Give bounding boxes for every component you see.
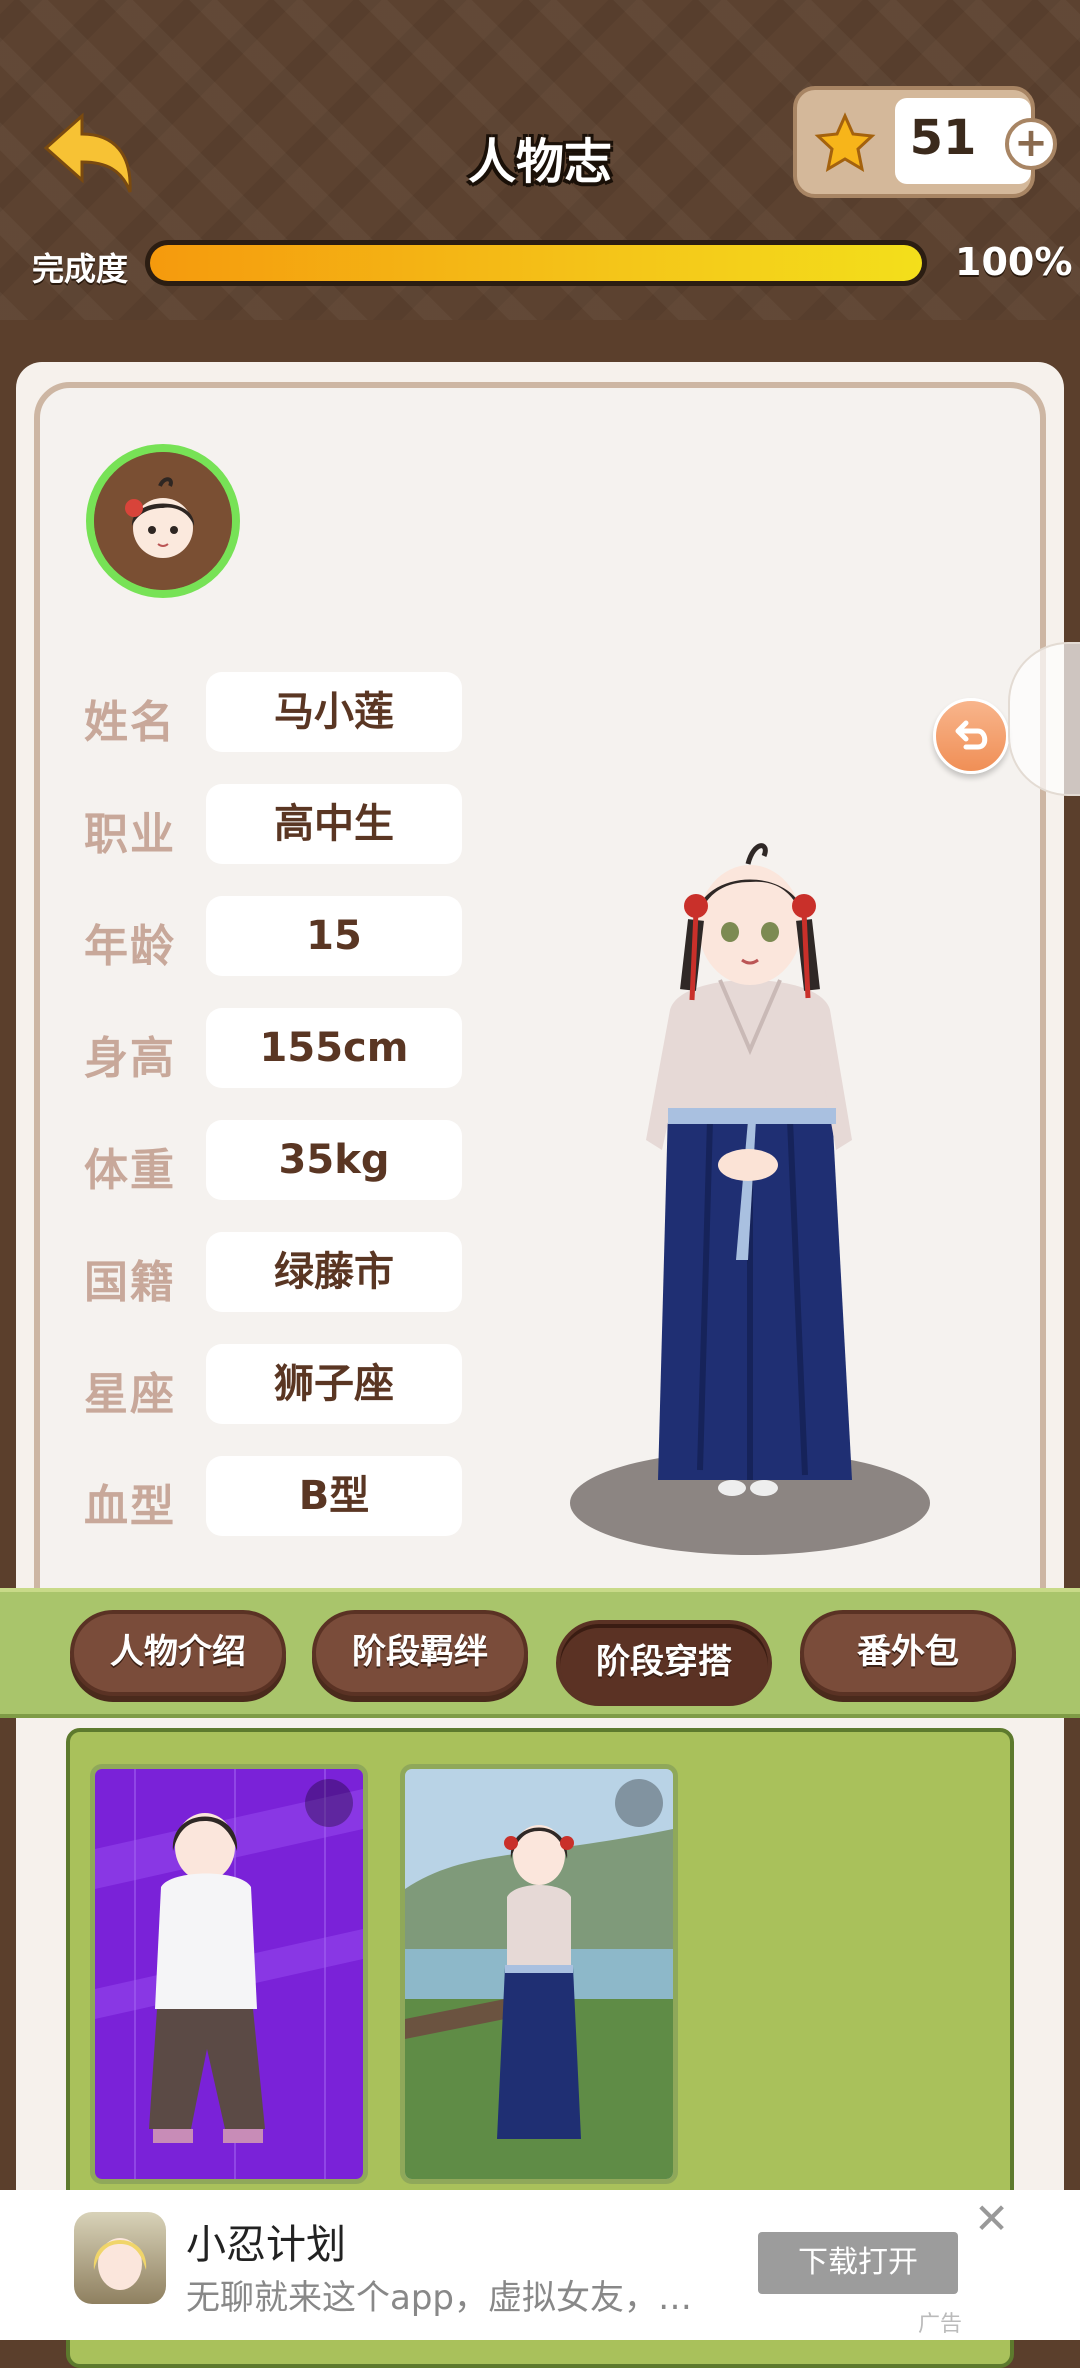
profile-field-value: B型 bbox=[206, 1456, 462, 1536]
star-counter: 51 bbox=[793, 86, 1035, 198]
tab-4[interactable]: 番外包 bbox=[800, 1610, 1016, 1696]
undo-icon bbox=[955, 720, 988, 750]
tab-3[interactable]: 阶段穿搭 bbox=[556, 1620, 772, 1706]
profile-field-label: 年龄 bbox=[84, 921, 176, 972]
profile-field-value: 狮子座 bbox=[206, 1344, 462, 1424]
profile-field-label: 血型 bbox=[84, 1481, 176, 1532]
profile-field-label: 体重 bbox=[84, 1145, 176, 1196]
outfit-card[interactable] bbox=[90, 1764, 368, 2184]
star-icon bbox=[814, 112, 876, 172]
avatar-face-icon bbox=[94, 452, 232, 590]
profile-field-value: 15 bbox=[206, 896, 462, 976]
avatar bbox=[86, 444, 240, 598]
ad-tag: 广告 bbox=[918, 2312, 963, 2337]
header: 人物志 51 + 完成度 100% bbox=[0, 0, 1080, 320]
ad-title: 小忍计划 bbox=[186, 2222, 346, 2268]
profile-field-value: 155cm bbox=[206, 1008, 462, 1088]
profile-field-value: 马小莲 bbox=[206, 672, 462, 752]
close-icon[interactable]: ✕ bbox=[974, 2198, 1009, 2240]
add-stars-button[interactable]: + bbox=[1005, 118, 1057, 170]
outfit-image-hanfu bbox=[405, 1769, 673, 2179]
profile-field-value: 35kg bbox=[206, 1120, 462, 1200]
progress-label: 完成度 bbox=[32, 250, 129, 288]
profile-field-label: 职业 bbox=[84, 809, 176, 860]
character-illustration bbox=[570, 843, 930, 1555]
progress-percent: 100% bbox=[955, 240, 1073, 284]
outfit-card[interactable] bbox=[400, 1764, 678, 2184]
ad-app-icon bbox=[74, 2212, 166, 2304]
tab-1[interactable]: 人物介绍 bbox=[70, 1610, 286, 1696]
expand-icon[interactable] bbox=[615, 1779, 663, 1827]
profile-field-label: 姓名 bbox=[84, 697, 176, 748]
expand-icon[interactable] bbox=[305, 1779, 353, 1827]
progress-fill bbox=[150, 245, 922, 281]
star-count: 51 bbox=[909, 110, 977, 166]
tab-bar: 人物介绍 阶段羁绊 阶段穿搭 番外包 bbox=[0, 1588, 1080, 1718]
ad-description: 无聊就来这个app，虚拟女友，… bbox=[186, 2278, 692, 2318]
profile-field-value: 绿藤市 bbox=[206, 1232, 462, 1312]
outfit-image-modern bbox=[95, 1769, 363, 2179]
progress-bar bbox=[145, 240, 927, 286]
undo-button[interactable] bbox=[933, 698, 1009, 774]
profile-field-label: 星座 bbox=[84, 1369, 176, 1420]
profile-field-value: 高中生 bbox=[206, 784, 462, 864]
profile-field-label: 国籍 bbox=[84, 1257, 176, 1308]
ad-banner[interactable]: 小忍计划 无聊就来这个app，虚拟女友，… 下载打开 ✕ 广告 bbox=[0, 2190, 1080, 2340]
profile-field-label: 身高 bbox=[84, 1033, 176, 1084]
tab-2[interactable]: 阶段羁绊 bbox=[312, 1610, 528, 1696]
ad-download-button[interactable]: 下载打开 bbox=[758, 2232, 958, 2294]
